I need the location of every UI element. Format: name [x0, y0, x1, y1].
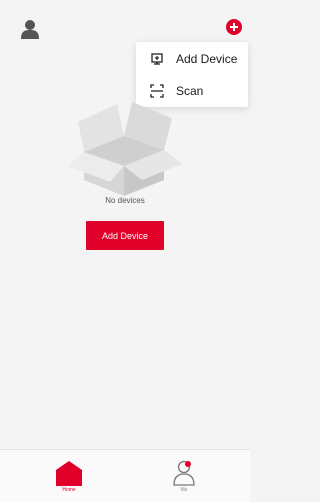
add-device-button[interactable]: Add Device [86, 221, 164, 250]
nav-item-home[interactable]: Home [47, 458, 91, 498]
notification-dot [185, 461, 191, 467]
person-icon [21, 20, 39, 39]
home-screen: Add Device Scan No devices Add Device Ho… [0, 0, 250, 502]
bottom-nav: Home Me [0, 449, 250, 502]
menu-item-add-device[interactable]: Add Device [136, 43, 248, 75]
empty-state-message: No devices [105, 196, 145, 205]
plus-circle-icon[interactable] [226, 19, 242, 35]
nav-label-me: Me [180, 487, 188, 493]
nav-item-me[interactable]: Me [162, 458, 206, 498]
profile-icon [173, 460, 195, 486]
device-add-icon [151, 53, 163, 65]
menu-item-label: Add Device [176, 52, 238, 66]
home-icon [56, 461, 82, 486]
open-box-icon [68, 102, 182, 196]
profile-icon-button[interactable] [21, 19, 39, 39]
nav-label-home: Home [62, 487, 76, 493]
